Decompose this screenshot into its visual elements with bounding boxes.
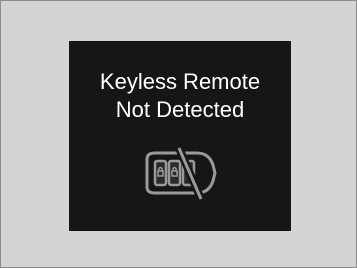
warning-message: Keyless Remote Not Detected: [69, 68, 291, 124]
instrument-display-screen: Keyless Remote Not Detected: [69, 41, 291, 231]
warning-message-line-2: Not Detected: [115, 97, 245, 122]
keyless-remote-not-detected-icon: [145, 146, 217, 201]
warning-message-line-1: Keyless Remote: [99, 69, 261, 94]
display-frame: Keyless Remote Not Detected: [0, 0, 357, 268]
